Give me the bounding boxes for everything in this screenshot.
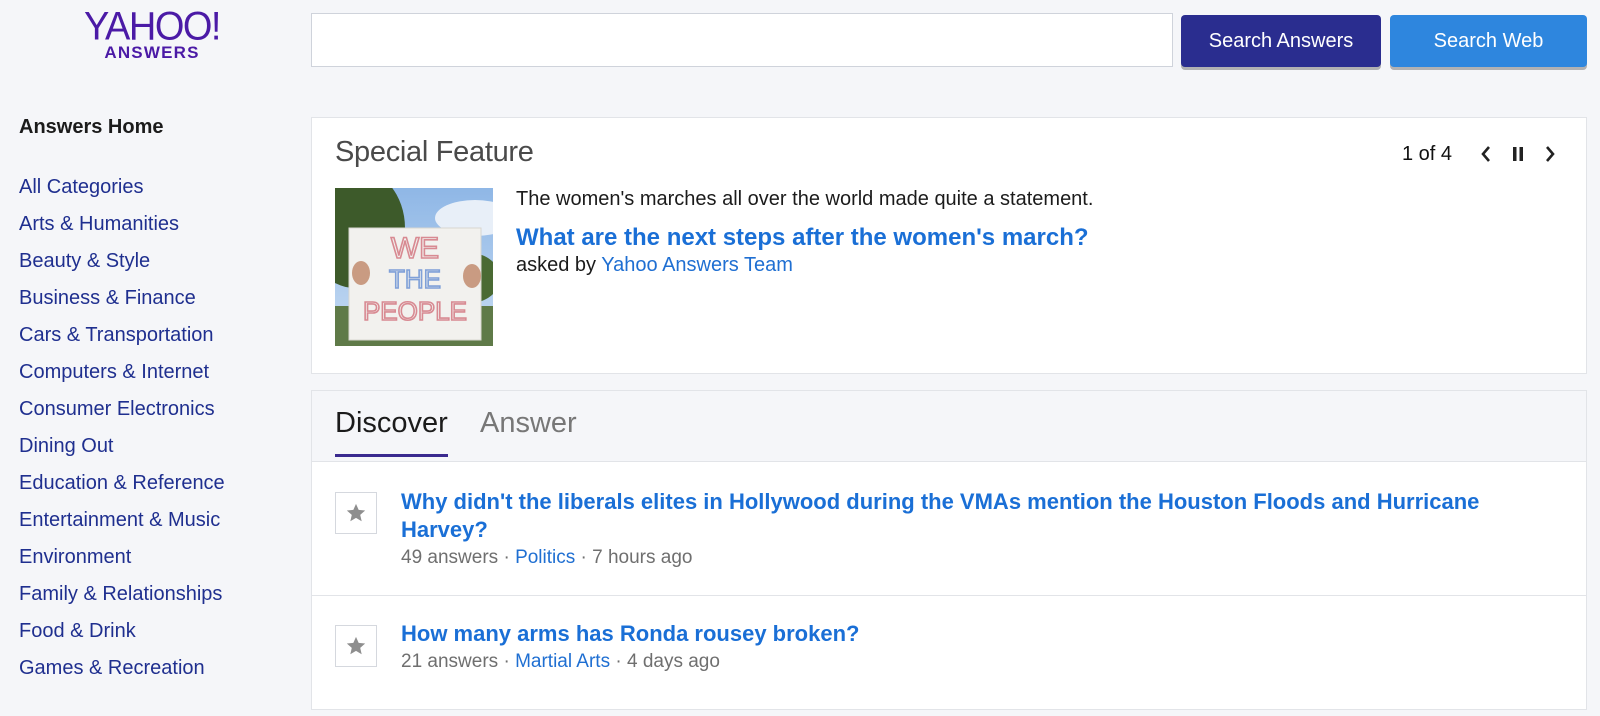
feature-thumbnail-image[interactable]: WE THE PEOPLE xyxy=(335,188,493,346)
questions-panel: Discover Answer Why didn't the liberals … xyxy=(311,390,1587,710)
sidebar-answers-home[interactable]: Answers Home xyxy=(19,116,289,142)
sidebar-item-beauty-style[interactable]: Beauty & Style xyxy=(19,248,289,285)
sidebar-item-consumer-electronics[interactable]: Consumer Electronics xyxy=(19,396,289,433)
special-feature-title: Special Feature xyxy=(335,136,534,168)
feature-pager: 1 of 4 xyxy=(1402,140,1566,168)
sidebar-item-cars-transportation[interactable]: Cars & Transportation xyxy=(19,322,289,359)
tab-answer[interactable]: Answer xyxy=(480,407,577,454)
sidebar-item-games-recreation[interactable]: Games & Recreation xyxy=(19,655,289,692)
question-title-link[interactable]: Why didn't the liberals elites in Hollyw… xyxy=(401,488,1551,544)
pause-icon[interactable] xyxy=(1502,140,1534,168)
sign-text-line-1: WE xyxy=(391,232,439,265)
asked-by-user-link[interactable]: Yahoo Answers Team xyxy=(601,254,793,276)
star-icon[interactable] xyxy=(335,625,377,667)
question-category-link[interactable]: Politics xyxy=(515,547,575,568)
sidebar-item-entertainment-music[interactable]: Entertainment & Music xyxy=(19,507,289,544)
sidebar-item-education-reference[interactable]: Education & Reference xyxy=(19,470,289,507)
sidebar-item-food-drink[interactable]: Food & Drink xyxy=(19,618,289,655)
tab-bar: Discover Answer xyxy=(312,391,1586,462)
feature-asked-by: asked by Yahoo Answers Team xyxy=(516,254,793,277)
sign-text-line-2: THE xyxy=(389,264,441,294)
meta-separator: · xyxy=(615,651,622,672)
pager-count: 1 of 4 xyxy=(1401,142,1452,165)
question-list-item: How many arms has Ronda rousey broken? 2… xyxy=(312,596,1586,716)
chevron-left-icon[interactable] xyxy=(1470,140,1502,168)
search-answers-button[interactable]: Search Answers xyxy=(1181,15,1381,67)
question-title-link[interactable]: How many arms has Ronda rousey broken? xyxy=(401,620,1551,648)
sidebar-item-computers-internet[interactable]: Computers & Internet xyxy=(19,359,289,396)
chevron-right-icon[interactable] xyxy=(1534,140,1566,168)
question-meta: 49 answers · Politics · 7 hours ago xyxy=(401,547,693,569)
logo-wordmark: YAHOO! xyxy=(84,4,222,50)
question-time: 4 days ago xyxy=(626,651,720,672)
yahoo-answers-logo[interactable]: YAHOO! ANSWERS xyxy=(77,4,227,63)
sidebar-item-all-categories[interactable]: All Categories xyxy=(19,174,289,211)
answer-count: 49 answers xyxy=(401,547,499,568)
search-input[interactable] xyxy=(311,13,1173,67)
sign-text-line-3: PEOPLE xyxy=(363,296,467,326)
feature-description: The women's marches all over the world m… xyxy=(516,188,1094,210)
question-category-link[interactable]: Martial Arts xyxy=(515,651,610,672)
sidebar-item-family-relationships[interactable]: Family & Relationships xyxy=(19,581,289,618)
sidebar-item-dining-out[interactable]: Dining Out xyxy=(19,433,289,470)
category-sidebar: Answers Home All Categories Arts & Human… xyxy=(19,116,289,692)
meta-separator: · xyxy=(503,651,510,672)
sidebar-item-arts-humanities[interactable]: Arts & Humanities xyxy=(19,211,289,248)
feature-question-link[interactable]: What are the next steps after the women'… xyxy=(516,224,1089,252)
meta-separator: · xyxy=(503,547,510,568)
question-meta: 21 answers · Martial Arts · 4 days ago xyxy=(401,651,720,673)
star-icon[interactable] xyxy=(335,492,377,534)
meta-separator: · xyxy=(580,547,587,568)
search-web-button[interactable]: Search Web xyxy=(1390,15,1587,67)
question-list-item: Why didn't the liberals elites in Hollyw… xyxy=(312,462,1586,596)
special-feature-panel: Special Feature 1 of 4 WE THE PEOPLE The… xyxy=(311,117,1587,374)
sidebar-item-environment[interactable]: Environment xyxy=(19,544,289,581)
question-time: 7 hours ago xyxy=(592,547,693,568)
tab-discover[interactable]: Discover xyxy=(335,407,448,457)
sidebar-item-business-finance[interactable]: Business & Finance xyxy=(19,285,289,322)
answer-count: 21 answers xyxy=(401,651,499,672)
asked-by-label: asked by xyxy=(516,254,597,276)
